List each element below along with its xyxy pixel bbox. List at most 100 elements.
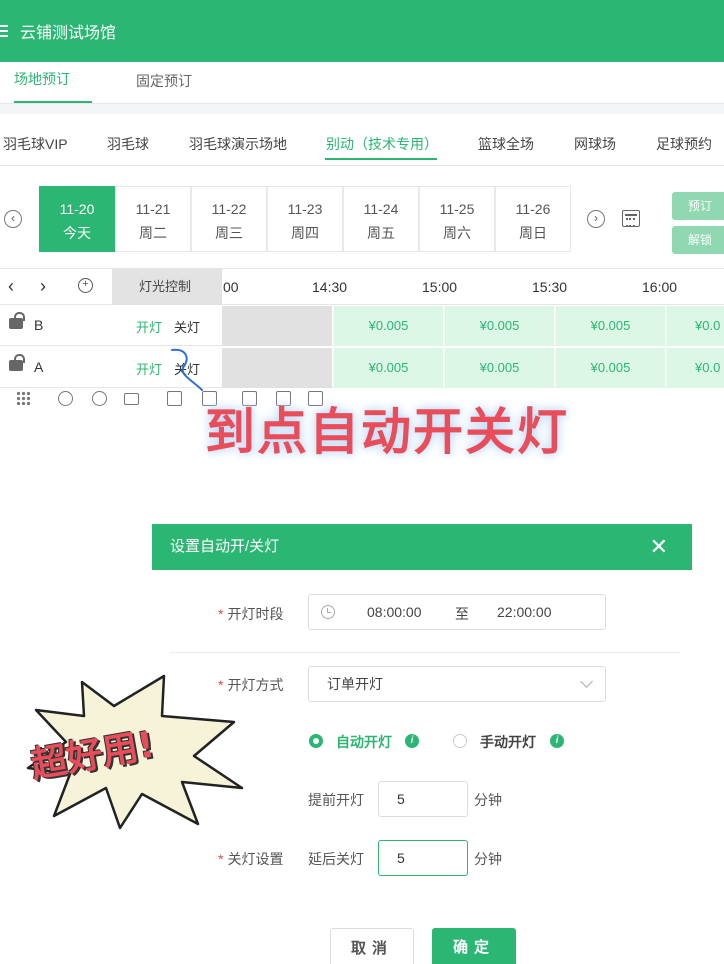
form-divider (170, 652, 680, 653)
time-label: 15:30 (532, 279, 568, 295)
price-slot[interactable]: ¥0.005 (444, 348, 554, 388)
date-value: 11-21 (135, 201, 171, 217)
price-slot[interactable]: ¥0.005 (333, 306, 443, 346)
price-slot[interactable]: ¥0.005 (555, 348, 665, 388)
calendar-icon[interactable] (622, 210, 640, 227)
manual-radio[interactable] (453, 734, 467, 748)
grid-view-icon[interactable] (16, 391, 31, 406)
section-divider (0, 104, 724, 114)
price-slot[interactable]: ¥0.005 (555, 306, 665, 346)
date-value: 11-20 (59, 201, 95, 217)
date-weekday: 周四 (291, 225, 319, 241)
date-cell[interactable]: 11-26 周日 (495, 186, 571, 252)
light-on-button[interactable]: 开灯 (136, 317, 162, 336)
tab-fixed-booking[interactable]: 固定预订 (136, 71, 192, 103)
date-cell[interactable]: 11-20 今天 (39, 186, 115, 252)
date-weekday: 周三 (215, 225, 243, 241)
active-tab-underline (325, 158, 437, 160)
info-icon[interactable]: i (550, 734, 564, 748)
confirm-button[interactable]: 确定 (432, 928, 516, 964)
date-value: 11-23 (287, 201, 323, 217)
unlock-button[interactable]: 解锁 (672, 226, 724, 254)
delay-unit: 分钟 (474, 851, 502, 867)
info-icon[interactable]: i (405, 734, 419, 748)
date-weekday: 今天 (63, 225, 91, 241)
time-range-picker[interactable]: 08:00:00 至 22:00:00 (308, 594, 606, 630)
date-strip: ‹ 11-20 今天 11-21 周二 11-22 周三 11-23 周四 11… (0, 186, 724, 254)
auto-radio[interactable] (309, 734, 323, 748)
light-control-header: 灯光控制 (112, 269, 222, 305)
date-cell[interactable]: 11-24 周五 (343, 186, 419, 252)
court-name: A (34, 359, 44, 375)
book-button[interactable]: 预订 (672, 192, 724, 220)
venue-tab-basketball[interactable]: 篮球全场 (478, 134, 534, 154)
unavailable-slot (222, 348, 332, 388)
close-icon[interactable]: ✕ (650, 524, 668, 570)
price-slot[interactable]: ¥0.005 (333, 348, 443, 388)
venue-tab-tech[interactable]: 别动（技术专用） (326, 134, 438, 154)
court-name: B (34, 317, 44, 333)
chevron-down-icon (580, 675, 593, 688)
date-value: 11-25 (439, 201, 475, 217)
clock-icon (321, 605, 335, 619)
date-cell[interactable]: 11-21 周二 (115, 186, 191, 252)
zoom-out-icon[interactable] (92, 391, 107, 406)
delay-label: 延后关灯 (308, 851, 364, 867)
date-weekday: 周日 (519, 225, 547, 241)
period-label: * 开灯时段 (218, 606, 284, 622)
start-time[interactable]: 08:00:00 (367, 604, 422, 620)
app-title: 云铺测试场馆 (20, 25, 117, 42)
venue-tab-tennis[interactable]: 网球场 (574, 134, 616, 154)
time-label: 15:00 (422, 279, 458, 295)
date-weekday: 周六 (443, 225, 471, 241)
unavailable-slot (222, 306, 332, 346)
mode-select-value: 订单开灯 (327, 676, 383, 692)
end-time[interactable]: 22:00:00 (497, 604, 552, 620)
period-label-text: 开灯时段 (227, 606, 284, 622)
date-value: 11-26 (515, 201, 551, 217)
advance-unit: 分钟 (474, 792, 502, 808)
date-cell[interactable]: 11-23 周四 (267, 186, 343, 252)
range-separator: 至 (455, 606, 469, 622)
venue-tab-football[interactable]: 足球预约 (656, 134, 712, 154)
venue-tab-badminton[interactable]: 羽毛球 (107, 134, 149, 154)
date-cell[interactable]: 11-25 周六 (419, 186, 495, 252)
lock-icon[interactable] (9, 354, 25, 371)
date-value: 11-24 (363, 201, 399, 217)
grid-header: ‹ › + 灯光控制 00 14:30 15:00 15:30 16:00 (0, 269, 724, 305)
date-value: 11-22 (211, 201, 247, 217)
scroll-left-icon[interactable]: ‹ (8, 276, 14, 297)
venue-tab-badminton-demo[interactable]: 羽毛球演示场地 (189, 134, 287, 154)
advance-label: 提前开灯 (308, 792, 364, 808)
scroll-right-icon[interactable]: › (40, 276, 46, 297)
price-slot[interactable]: ¥0.005 (444, 306, 554, 346)
zoom-in-icon[interactable]: + (78, 278, 93, 293)
date-weekday: 周五 (367, 225, 395, 241)
prev-week-icon[interactable]: ‹ (4, 210, 22, 228)
schedule-grid: ‹ › + 灯光控制 00 14:30 15:00 15:30 16:00 B … (0, 268, 724, 388)
advance-minutes-input[interactable]: 5 (378, 781, 468, 817)
date-cell[interactable]: 11-22 周三 (191, 186, 267, 252)
light-off-button[interactable]: 关灯 (174, 317, 200, 336)
date-weekday: 周二 (139, 225, 167, 241)
zoom-in-icon[interactable] (58, 391, 73, 406)
price-slot[interactable]: ¥0.0 (666, 306, 724, 346)
manual-radio-label[interactable]: 手动开灯 (480, 732, 536, 752)
fit-width-icon[interactable] (124, 393, 139, 405)
auto-radio-label[interactable]: 自动开灯 (336, 732, 392, 752)
mode-select[interactable]: 订单开灯 (308, 666, 606, 702)
court-row: B 开灯 关灯 ¥0.005 ¥0.005 ¥0.005 ¥0.0 (0, 306, 724, 346)
price-slot[interactable]: ¥0.0 (666, 348, 724, 388)
venue-tab-badminton-vip[interactable]: 羽毛球VIP (3, 134, 68, 154)
next-week-icon[interactable]: › (587, 210, 605, 228)
cancel-button[interactable]: 取消 (330, 928, 414, 964)
tab-venue-booking[interactable]: 场地预订 (14, 69, 92, 103)
time-label: 16:00 (642, 279, 678, 295)
delay-minutes-input[interactable]: 5 (378, 840, 468, 876)
light-on-button[interactable]: 开灯 (136, 359, 162, 378)
menu-icon[interactable] (0, 24, 14, 38)
lock-icon[interactable] (9, 312, 25, 329)
main-tabs: 场地预订 固定预订 (0, 62, 724, 104)
time-label: 00 (223, 279, 239, 295)
off-setting-label: * 关灯设置 (218, 851, 284, 867)
